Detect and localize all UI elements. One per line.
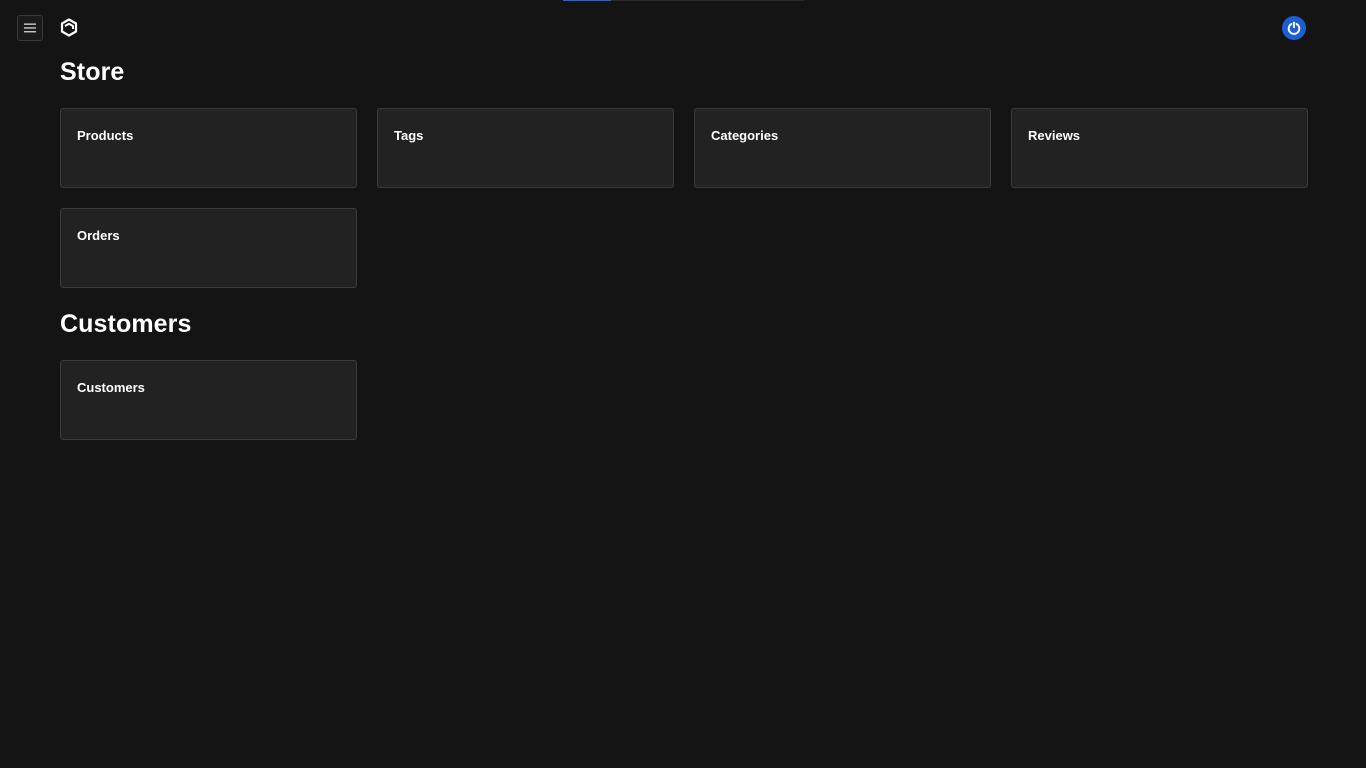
user-menu-button[interactable] <box>1282 16 1306 40</box>
card-orders[interactable]: Orders <box>60 208 357 288</box>
store-card-grid: Products Tags Categories Reviews Orders <box>60 108 1308 288</box>
app-page: Store Products Tags Categories Reviews O… <box>0 0 1366 768</box>
loading-progress-bar <box>563 0 804 1</box>
card-title: Products <box>77 128 134 143</box>
card-reviews[interactable]: Reviews <box>1011 108 1308 188</box>
card-title: Customers <box>77 380 145 395</box>
hamburger-icon <box>24 23 36 33</box>
card-customers[interactable]: Customers <box>60 360 357 440</box>
power-icon <box>1286 20 1302 36</box>
section-title-customers: Customers <box>60 310 192 338</box>
customers-card-grid: Customers <box>60 360 1308 440</box>
card-title: Tags <box>394 128 424 143</box>
loading-progress-fill <box>563 0 612 1</box>
card-tags[interactable]: Tags <box>377 108 674 188</box>
hexagon-logo-icon[interactable] <box>60 18 78 37</box>
menu-button[interactable] <box>17 15 43 41</box>
card-title: Reviews <box>1028 128 1081 143</box>
card-categories[interactable]: Categories <box>694 108 991 188</box>
card-title: Orders <box>77 228 120 243</box>
card-products[interactable]: Products <box>60 108 357 188</box>
section-title-store: Store <box>60 58 125 86</box>
card-title: Categories <box>711 128 779 143</box>
